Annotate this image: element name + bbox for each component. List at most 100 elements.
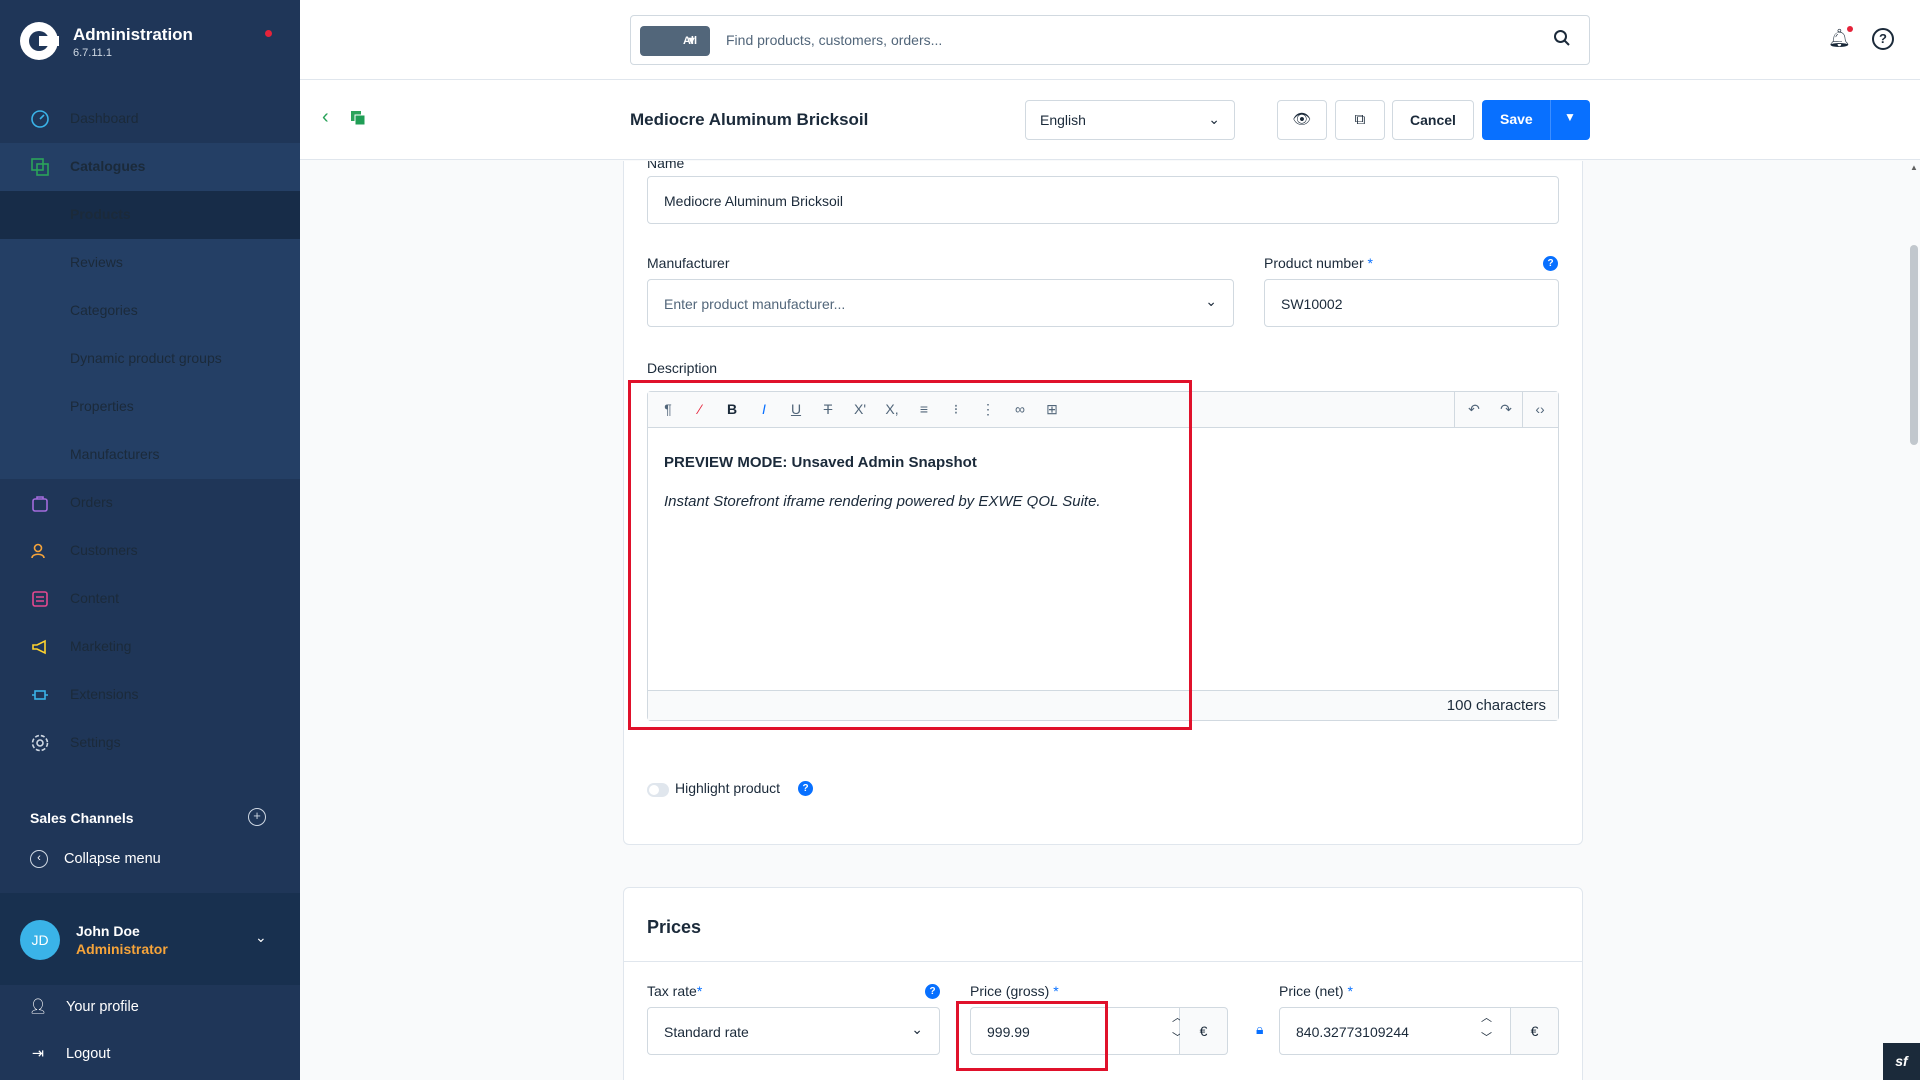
nav-catalogues[interactable]: Catalogues: [0, 143, 300, 191]
increment-icon[interactable]: ︿: [1481, 1009, 1492, 1025]
nav-label: Content: [70, 590, 120, 606]
nav-manufacturers[interactable]: Manufacturers: [0, 431, 300, 479]
nav-products[interactable]: Products: [0, 191, 300, 239]
avatar: JD: [20, 920, 60, 960]
collapse-menu-button[interactable]: ‹ Collapse menu: [30, 850, 161, 868]
highlight-box: [628, 380, 1192, 730]
tax-rate-value: Standard rate: [664, 1024, 749, 1040]
nav-orders[interactable]: Orders: [0, 479, 300, 527]
manufacturer-label: Manufacturer: [647, 255, 730, 271]
help-icon[interactable]: ?: [1543, 256, 1558, 271]
user-menu[interactable]: JD John Doe Administrator ⌄: [0, 893, 300, 985]
chevron-down-icon[interactable]: ⌄: [255, 929, 267, 946]
nav-label: Orders: [70, 494, 113, 510]
customers-icon: [30, 541, 50, 561]
price-gross-label: Price (gross) *: [970, 983, 1059, 999]
decrement-icon[interactable]: ﹀: [1481, 1029, 1492, 1045]
chevron-down-icon: ▼: [686, 35, 697, 47]
logout-icon: ⇥: [31, 1046, 45, 1062]
eye-icon: 👁︎: [1292, 111, 1312, 128]
shopware-logo-icon[interactable]: [20, 22, 59, 60]
chevron-down-icon: ⌄: [911, 1021, 923, 1037]
sidebar: Administration 6.7.11.1 Dashboard Catalo…: [0, 0, 300, 1080]
preview-button[interactable]: 👁︎: [1277, 100, 1327, 140]
collapse-label: Collapse menu: [64, 850, 161, 867]
product-copy-icon[interactable]: [350, 110, 366, 126]
price-net-label: Price (net) *: [1279, 983, 1353, 999]
code-view-icon[interactable]: ‹›: [1530, 401, 1550, 417]
nav-label: Customers: [70, 542, 138, 558]
nav-label: Catalogues: [70, 158, 146, 174]
product-number-field[interactable]: SW10002: [1264, 279, 1559, 327]
top-bar: All ▼ Find products, customers, orders...…: [300, 0, 1920, 80]
symfony-toolbar-icon[interactable]: sf: [1883, 1043, 1920, 1080]
cancel-button[interactable]: Cancel: [1392, 100, 1474, 140]
search-scope-select[interactable]: All ▼: [640, 26, 710, 56]
chevron-down-icon[interactable]: ▼: [1564, 110, 1576, 124]
app-title: Administration: [73, 25, 193, 44]
nav-properties[interactable]: Properties: [0, 383, 300, 431]
user-icon: 👤︎: [28, 999, 48, 1015]
language-select[interactable]: English ⌄: [1025, 100, 1235, 140]
open-storefront-button[interactable]: ⧉: [1335, 100, 1385, 140]
page-header: ‹ Mediocre Aluminum Bricksoil English ⌄ 👁…: [300, 80, 1920, 160]
nav-label: Dashboard: [70, 110, 139, 126]
nav-extensions[interactable]: Extensions: [0, 671, 300, 719]
profile-label: Your profile: [66, 999, 139, 1015]
name-field[interactable]: Mediocre Aluminum Bricksoil: [647, 176, 1559, 224]
your-profile-link[interactable]: 👤︎ Your profile: [28, 998, 139, 1015]
price-net-value: 840.32773109244: [1296, 1024, 1409, 1040]
nav-reviews[interactable]: Reviews: [0, 239, 300, 287]
nav-settings[interactable]: Settings: [0, 719, 300, 767]
manufacturer-select[interactable]: Enter product manufacturer... ⌄: [647, 279, 1234, 327]
app-header: Administration 6.7.11.1: [20, 20, 280, 64]
nav-label: Products: [70, 206, 131, 222]
nav-dashboard[interactable]: Dashboard: [0, 95, 300, 143]
scrollbar-thumb[interactable]: [1910, 245, 1918, 445]
back-chevron-icon[interactable]: ‹: [322, 106, 329, 129]
extensions-icon: [30, 685, 50, 705]
status-dot: [265, 30, 272, 37]
nav-label: Dynamic product groups: [70, 350, 222, 366]
scroll-up-icon[interactable]: ▲: [1910, 163, 1918, 172]
user-name: John Doe: [76, 923, 140, 939]
scrollbar[interactable]: ▲: [1908, 161, 1920, 1080]
price-net-field[interactable]: 840.32773109244: [1279, 1007, 1511, 1055]
nav-customers[interactable]: Customers: [0, 527, 300, 575]
user-role: Administrator: [76, 941, 168, 957]
help-icon[interactable]: ?: [798, 781, 813, 796]
save-button[interactable]: Save ▼: [1482, 100, 1590, 140]
help-icon[interactable]: ?: [925, 984, 940, 999]
add-sales-channel-icon[interactable]: +: [248, 808, 266, 826]
undo-icon[interactable]: ↶: [1464, 401, 1484, 418]
orders-icon: [30, 493, 50, 513]
language-value: English: [1040, 112, 1086, 128]
logout-link[interactable]: ⇥ Logout: [28, 1046, 110, 1062]
redo-icon[interactable]: ↷: [1496, 401, 1516, 418]
currency-unit: €: [1511, 1007, 1559, 1055]
help-icon[interactable]: ?: [1872, 28, 1894, 50]
nav-marketing[interactable]: Marketing: [0, 623, 300, 671]
currency-unit: €: [1180, 1007, 1228, 1055]
nav-label: Properties: [70, 398, 134, 414]
nav-categories[interactable]: Categories: [0, 287, 300, 335]
global-search[interactable]: All ▼ Find products, customers, orders...: [630, 15, 1590, 65]
marketing-icon: [30, 637, 50, 657]
description-label: Description: [647, 360, 718, 376]
divider: [623, 961, 1583, 962]
external-link-icon: ⧉: [1354, 111, 1366, 128]
name-value: Mediocre Aluminum Bricksoil: [664, 193, 843, 209]
collapse-icon: ‹: [30, 850, 48, 868]
chevron-down-icon: ⌄: [1208, 111, 1220, 127]
highlight-product-toggle[interactable]: [647, 783, 669, 797]
search-input[interactable]: Find products, customers, orders...: [726, 32, 942, 48]
main-content: Name Mediocre Aluminum Bricksoil Manufac…: [300, 161, 1900, 1080]
nav-content[interactable]: Content: [0, 575, 300, 623]
nav-dynamic-product-groups[interactable]: Dynamic product groups: [0, 335, 300, 383]
lock-icon[interactable]: 🔒︎: [1256, 1021, 1263, 1038]
manufacturer-placeholder: Enter product manufacturer...: [664, 296, 846, 312]
search-icon[interactable]: [1553, 29, 1571, 47]
nav-label: Manufacturers: [70, 446, 160, 462]
tax-rate-select[interactable]: Standard rate ⌄: [647, 1007, 940, 1055]
dashboard-icon: [30, 109, 50, 129]
